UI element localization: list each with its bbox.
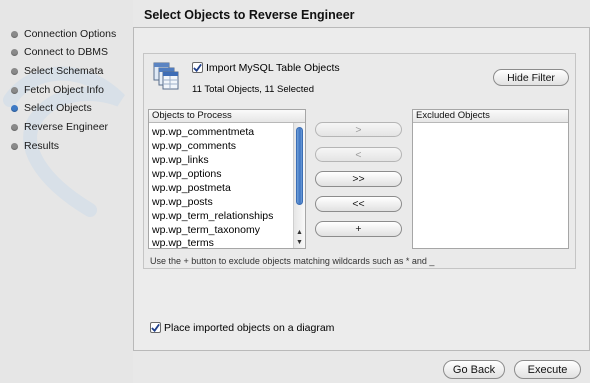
scroll-up-icon[interactable]: ▲: [296, 229, 303, 236]
wildcard-hint: Use the + button to exclude objects matc…: [150, 256, 435, 266]
list-item[interactable]: wp.wp_term_relationships: [152, 209, 273, 223]
page-title: Select Objects to Reverse Engineer: [144, 8, 355, 22]
move-right-button[interactable]: >: [315, 122, 402, 137]
list-item[interactable]: wp.wp_commentmeta: [152, 125, 254, 139]
sidebar-step-select-objects: Select Objects: [11, 101, 92, 115]
step-status-icon: [11, 123, 18, 131]
sidebar-step-label: Select Schemata: [24, 65, 104, 77]
move-left-button[interactable]: <: [315, 147, 402, 162]
sidebar-step-label: Connection Options: [24, 28, 117, 40]
excluded-objects-header: Excluded Objects: [413, 110, 568, 123]
scrollbar-thumb[interactable]: [296, 127, 303, 205]
list-item[interactable]: wp.wp_terms: [152, 236, 214, 248]
sidebar-step-select-schemata: Select Schemata: [11, 64, 103, 78]
excluded-objects-list[interactable]: Excluded Objects: [412, 109, 569, 249]
place-on-diagram-checkbox[interactable]: [150, 322, 161, 333]
list-item[interactable]: wp.wp_options: [152, 167, 221, 181]
sidebar-step-label: Reverse Engineer: [24, 121, 109, 133]
checkmark-icon: [151, 323, 160, 332]
sidebar-step-connect-to-dbms: Connect to DBMS: [11, 45, 108, 59]
sidebar-step-label: Results: [24, 140, 60, 152]
list-item[interactable]: wp.wp_links: [152, 153, 209, 167]
list-item[interactable]: wp.wp_posts: [152, 195, 213, 209]
wizard-sidebar: Connection Options Connect to DBMS Selec…: [0, 0, 133, 383]
step-status-icon: [11, 30, 18, 38]
sidebar-step-label: Fetch Object Info: [24, 84, 104, 96]
step-status-icon: [11, 142, 18, 150]
list-item[interactable]: wp.wp_comments: [152, 139, 236, 153]
list-item[interactable]: wp.wp_term_taxonomy: [152, 223, 260, 237]
hide-filter-button[interactable]: Hide Filter: [493, 69, 569, 86]
import-tables-checkbox[interactable]: [192, 62, 203, 73]
objects-to-process-list[interactable]: Objects to Process wp.wp_commentmeta wp.…: [148, 109, 306, 249]
sidebar-step-reverse-engineer: Reverse Engineer: [11, 120, 108, 134]
step-current-icon: [11, 104, 18, 112]
list-scrollbar[interactable]: ▲ ▼: [293, 123, 305, 248]
sidebar-step-fetch-object-info: Fetch Object Info: [11, 83, 104, 97]
step-status-icon: [11, 48, 18, 56]
list-item[interactable]: wp.wp_postmeta: [152, 181, 231, 195]
move-all-right-button[interactable]: >>: [315, 171, 402, 187]
sidebar-step-results: Results: [11, 139, 59, 153]
checkmark-icon: [193, 63, 202, 72]
move-all-left-button[interactable]: <<: [315, 196, 402, 212]
step-status-icon: [11, 86, 18, 94]
sidebar-step-label: Connect to DBMS: [24, 46, 109, 58]
table-objects-icon: [153, 62, 179, 90]
go-back-button[interactable]: Go Back: [443, 360, 505, 379]
place-on-diagram-label: Place imported objects on a diagram: [164, 322, 335, 334]
objects-to-process-header: Objects to Process: [149, 110, 305, 123]
step-status-icon: [11, 67, 18, 75]
sidebar-step-connection-options: Connection Options: [11, 27, 116, 41]
sidebar-step-label: Select Objects: [24, 102, 92, 114]
add-wildcard-button[interactable]: +: [315, 221, 402, 237]
scroll-down-icon[interactable]: ▼: [296, 239, 303, 246]
objects-summary: 11 Total Objects, 11 Selected: [192, 84, 314, 95]
execute-button[interactable]: Execute: [514, 360, 581, 379]
import-tables-label: Import MySQL Table Objects: [206, 62, 340, 74]
